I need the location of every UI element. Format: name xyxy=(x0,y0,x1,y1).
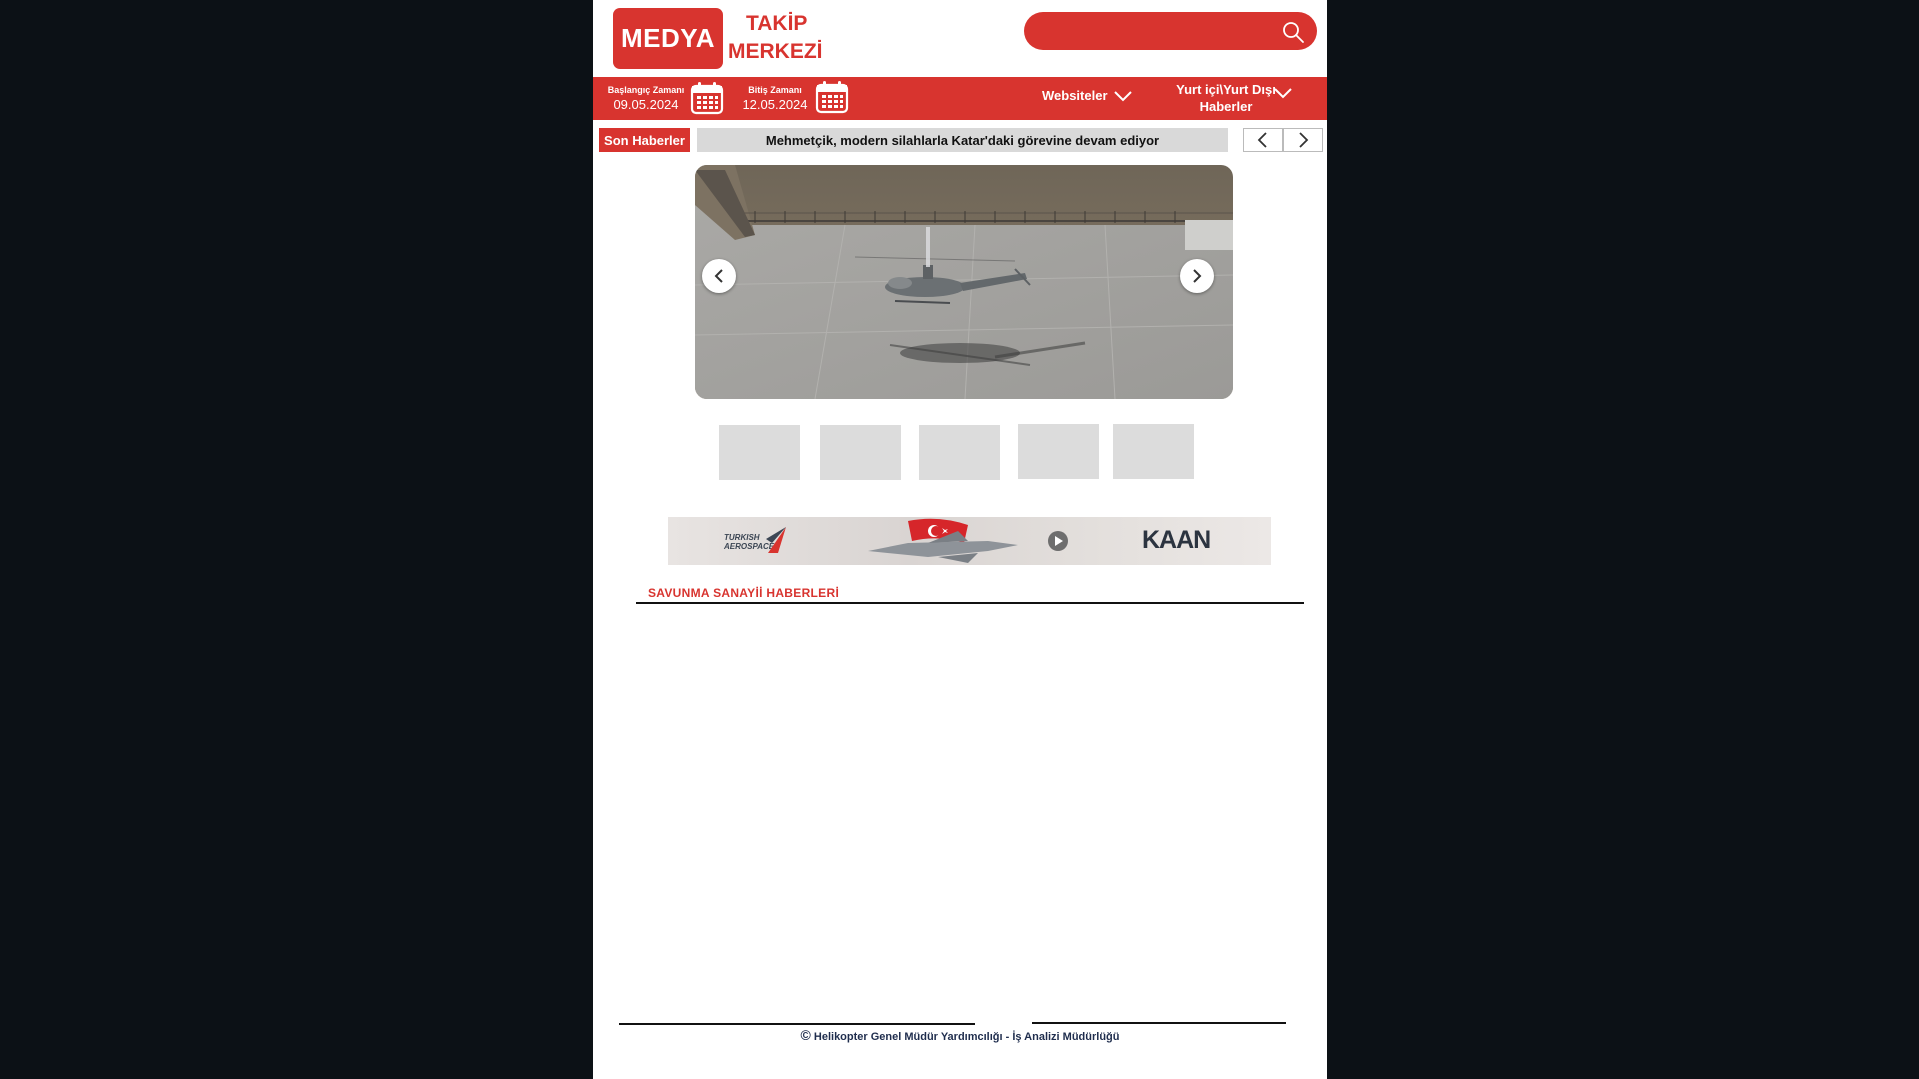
section-divider xyxy=(636,602,1304,604)
search-bar xyxy=(1024,12,1317,50)
helicopter-photo xyxy=(695,165,1233,399)
latest-news-label-text: Son Haberler xyxy=(604,132,685,148)
footer-text: Helikopter Genel Müdür Yardımcılığı - İş… xyxy=(813,1031,1120,1043)
slider-thumbnail[interactable] xyxy=(820,425,901,480)
news-menu-label-1: Yurt içi\Yurt Dışı xyxy=(1176,82,1276,97)
section-title: SAVUNMA SANAYİİ HABERLERİ xyxy=(648,586,840,600)
kaan-banner-ad[interactable]: TURKISH AEROSPACE KAAN xyxy=(668,517,1271,565)
news-menu-label-2: Haberler xyxy=(1199,99,1253,114)
ticker-prev-button[interactable] xyxy=(1243,128,1283,152)
logo-box-text: MEDYA xyxy=(620,23,715,53)
kaan-logo: KAAN xyxy=(1142,526,1211,554)
slider-thumbnail[interactable] xyxy=(1113,424,1194,479)
toolbar: Başlangıç Zamanı 09.05.2024 Bitiş Zamanı… xyxy=(593,77,1327,120)
calendar-icon[interactable] xyxy=(690,81,724,115)
chevron-left-icon xyxy=(714,269,723,283)
chevron-right-icon xyxy=(1299,132,1309,148)
end-date-value: 12.05.2024 xyxy=(742,97,808,112)
news-ticker[interactable]: Mehmetçik, modern silahlarla Katar'daki … xyxy=(697,128,1228,152)
copyright-icon: © xyxy=(800,1027,811,1043)
logo-line-1: TAKİP xyxy=(746,12,808,35)
news-menu[interactable]: Yurt içi\Yurt Dışı Haberler xyxy=(1167,81,1285,115)
chevron-down-icon[interactable] xyxy=(1273,86,1293,100)
search-input[interactable] xyxy=(1038,19,1272,45)
image-slider[interactable] xyxy=(695,165,1233,399)
logo-wordmark[interactable]: TAKİP MERKEZİ xyxy=(728,10,848,66)
end-date: Bitiş Zamanı 12.05.2024 xyxy=(733,85,817,112)
slider-next-button[interactable] xyxy=(1180,259,1214,293)
logo[interactable]: MEDYA xyxy=(613,8,723,69)
flag-and-jet-graphic xyxy=(868,518,1018,563)
chevron-right-icon xyxy=(1193,269,1202,283)
websites-menu[interactable]: Websiteler xyxy=(1042,87,1108,104)
footer-divider xyxy=(1032,1022,1286,1024)
latest-news-label: Son Haberler xyxy=(599,128,690,152)
search-icon[interactable] xyxy=(1281,20,1305,44)
end-date-label: Bitiş Zamanı xyxy=(748,85,802,95)
calendar-icon[interactable] xyxy=(815,80,849,114)
slider-prev-button[interactable] xyxy=(702,259,736,293)
slider-thumbnail[interactable] xyxy=(1018,424,1099,479)
ticker-headline: Mehmetçik, modern silahlarla Katar'daki … xyxy=(765,132,1160,148)
chevron-left-icon xyxy=(1257,132,1267,148)
footer-divider xyxy=(619,1023,975,1025)
page-container: MEDYA TAKİP MERKEZİ Başlangıç Zamanı 09.… xyxy=(593,0,1327,1079)
play-icon[interactable] xyxy=(1047,530,1069,552)
start-date-value: 09.05.2024 xyxy=(613,97,679,112)
chevron-down-icon[interactable] xyxy=(1113,89,1133,103)
ticker-next-button[interactable] xyxy=(1283,128,1323,152)
footer: © Helikopter Genel Müdür Yardımcılığı - … xyxy=(593,1027,1327,1043)
slider-thumbnail[interactable] xyxy=(919,425,1000,480)
start-date: Başlangıç Zamanı 09.05.2024 xyxy=(603,85,689,112)
aerospace-emblem-icon xyxy=(766,527,786,553)
websites-menu-label: Websiteler xyxy=(1042,88,1108,103)
start-date-label: Başlangıç Zamanı xyxy=(607,85,685,95)
logo-line-2: MERKEZİ xyxy=(728,40,823,63)
slider-thumbnail[interactable] xyxy=(719,425,800,480)
